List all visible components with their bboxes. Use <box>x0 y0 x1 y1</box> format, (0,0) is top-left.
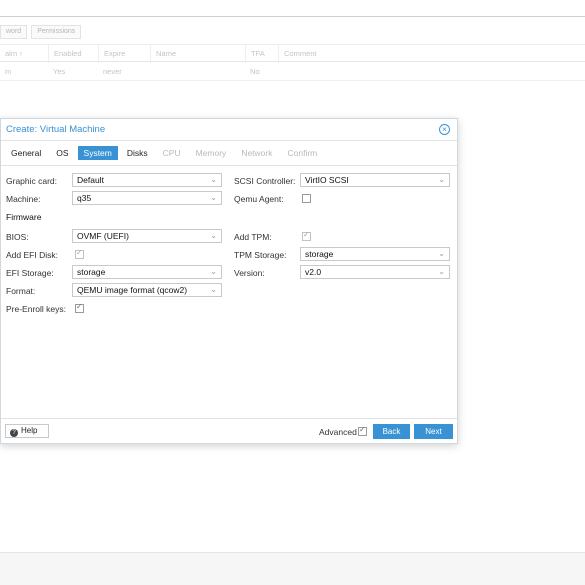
format-select[interactable]: QEMU image format (qcow2) ⌄ <box>72 283 222 297</box>
version-select[interactable]: v2.0 ⌄ <box>300 265 450 279</box>
graphic-card-value: Default <box>77 175 104 185</box>
tpm-storage-value: storage <box>305 249 334 259</box>
log-panel <box>0 552 585 585</box>
toolbar-button-password[interactable]: word <box>0 25 28 39</box>
add-efi-disk-label: Add EFI Disk: <box>6 249 58 260</box>
add-tpm-row: Add TPM: <box>234 229 272 244</box>
add-tpm-checkbox[interactable] <box>302 230 311 241</box>
cell-expire: never <box>103 67 122 76</box>
scsi-controller-select[interactable]: VirtIO SCSI ⌄ <box>300 173 450 187</box>
tpm-storage-label: TPM Storage: <box>234 249 287 260</box>
column-header-tfa[interactable]: TFA <box>245 45 265 63</box>
chevron-down-icon: ⌄ <box>210 267 217 276</box>
version-label: Version: <box>234 267 265 278</box>
bios-row: BIOS: <box>6 229 29 244</box>
chevron-down-icon: ⌄ <box>210 285 217 294</box>
toolbar: word Permissions <box>0 22 585 42</box>
graphic-card-row: Graphic card: <box>6 173 57 188</box>
add-efi-disk-checkbox[interactable] <box>75 248 84 259</box>
add-efi-disk-row: Add EFI Disk: <box>6 247 58 262</box>
pre-enroll-keys-label: Pre-Enroll keys: <box>6 303 66 314</box>
chevron-down-icon: ⌄ <box>210 231 217 240</box>
graphic-card-label: Graphic card: <box>6 175 58 186</box>
help-label: Help <box>21 426 38 435</box>
machine-label: Machine: <box>6 193 41 204</box>
format-label: Format: <box>6 285 36 296</box>
table-header: alm ↑ Enabled Expire Name TFA Comment <box>0 44 585 63</box>
next-button[interactable]: Next <box>414 424 453 439</box>
close-icon[interactable]: × <box>439 124 450 135</box>
advanced-label: Advanced <box>319 427 357 437</box>
chevron-down-icon: ⌄ <box>438 175 445 184</box>
tab-cpu: CPU <box>162 148 181 158</box>
bios-select[interactable]: OVMF (UEFI) ⌄ <box>72 229 222 243</box>
scsi-controller-label: SCSI Controller: <box>234 175 296 186</box>
dialog-body: Graphic card: Default ⌄ Machine: q35 ⌄ F… <box>1 165 457 417</box>
advanced-checkbox[interactable] <box>358 425 367 436</box>
qemu-agent-row: Qemu Agent: <box>234 191 284 206</box>
toolbar-button-permissions[interactable]: Permissions <box>31 25 82 39</box>
help-button[interactable]: ? Help <box>5 424 49 438</box>
tpm-storage-row: TPM Storage: <box>234 247 286 262</box>
machine-select[interactable]: q35 ⌄ <box>72 191 222 205</box>
bios-value: OVMF (UEFI) <box>77 231 129 241</box>
column-header-expire[interactable]: Expire <box>98 45 125 63</box>
tpm-storage-select[interactable]: storage ⌄ <box>300 247 450 261</box>
cell-realm: m <box>5 67 12 76</box>
cell-enabled: Yes <box>53 67 66 76</box>
graphic-card-select[interactable]: Default ⌄ <box>72 173 222 187</box>
bios-label: BIOS: <box>6 231 29 242</box>
firmware-section-title: Firmware <box>6 212 42 222</box>
top-bar <box>0 0 585 17</box>
dialog-header: Create: Virtual Machine × <box>1 119 457 141</box>
column-header-realm[interactable]: alm ↑ <box>0 45 23 63</box>
create-vm-dialog: Create: Virtual Machine × General OS Sys… <box>0 118 458 444</box>
machine-value: q35 <box>77 193 92 203</box>
format-value: QEMU image format (qcow2) <box>77 285 188 295</box>
efi-storage-select[interactable]: storage ⌄ <box>72 265 222 279</box>
pre-enroll-keys-row: Pre-Enroll keys: <box>6 301 66 316</box>
version-value: v2.0 <box>305 267 322 277</box>
scsi-controller-row: SCSI Controller: <box>234 173 295 188</box>
tab-general[interactable]: General <box>5 146 47 160</box>
version-row: Version: <box>234 265 265 280</box>
chevron-down-icon: ⌄ <box>438 249 445 258</box>
tab-memory: Memory <box>195 148 227 158</box>
dialog-footer: ?Help Advanced Back Next <box>1 418 457 444</box>
pre-enroll-keys-checkbox[interactable] <box>75 302 84 313</box>
scsi-controller-value: VirtIO SCSI <box>305 175 349 185</box>
chevron-down-icon: ⌄ <box>210 193 217 202</box>
question-circle-icon: ? <box>10 429 18 437</box>
cell-tfa: No <box>250 67 260 76</box>
machine-row: Machine: <box>6 191 41 206</box>
dialog-title: Create: Virtual Machine <box>6 124 106 135</box>
qemu-agent-checkbox[interactable] <box>302 194 311 203</box>
tab-confirm: Confirm <box>287 148 318 158</box>
back-button[interactable]: Back <box>373 424 410 439</box>
efi-storage-value: storage <box>77 267 106 277</box>
chevron-down-icon: ⌄ <box>438 267 445 276</box>
efi-storage-row: EFI Storage: <box>6 265 54 280</box>
column-header-enabled[interactable]: Enabled <box>48 45 82 63</box>
tab-os[interactable]: OS <box>50 146 74 160</box>
qemu-agent-label: Qemu Agent: <box>234 193 284 204</box>
tab-disks[interactable]: Disks <box>121 146 154 160</box>
efi-storage-label: EFI Storage: <box>6 267 54 278</box>
format-row: Format: <box>6 283 35 298</box>
tab-network: Network <box>241 148 273 158</box>
add-tpm-label: Add TPM: <box>234 231 272 242</box>
column-header-name[interactable]: Name <box>150 45 176 63</box>
tab-system[interactable]: System <box>77 146 118 160</box>
table-row[interactable]: m Yes never No <box>0 63 585 81</box>
column-header-comment[interactable]: Comment <box>278 45 317 63</box>
chevron-down-icon: ⌄ <box>210 175 217 184</box>
wizard-tabs: General OS System Disks CPU Memory Netwo… <box>1 143 457 163</box>
